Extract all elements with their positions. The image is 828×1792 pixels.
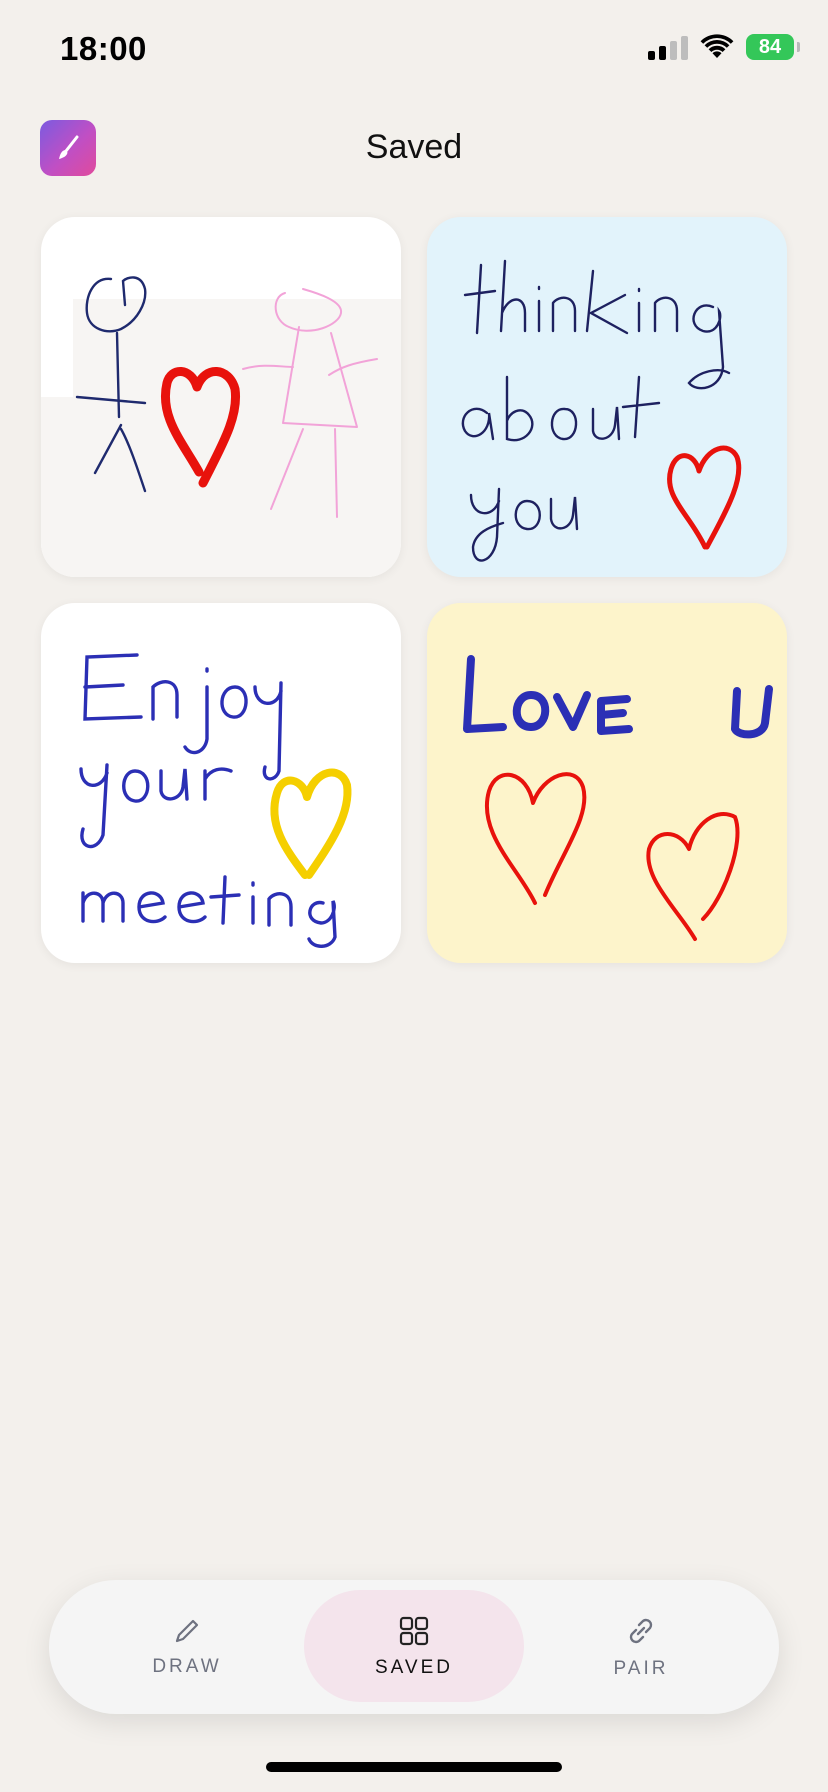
- tab-pair[interactable]: PAIR: [531, 1580, 751, 1714]
- tab-draw[interactable]: DRAW: [77, 1580, 297, 1714]
- heart-icon: [270, 768, 352, 879]
- drawing-stick-figures: [41, 276, 401, 577]
- tab-draw-label: DRAW: [152, 1656, 222, 1677]
- saved-drawing-card[interactable]: [41, 603, 401, 963]
- saved-drawing-card[interactable]: [427, 603, 787, 963]
- saved-drawing-card[interactable]: [427, 217, 787, 577]
- battery-level: 84: [758, 35, 782, 58]
- drawing-thinking-about-you: [461, 259, 742, 562]
- saved-drawings-grid: [41, 217, 787, 963]
- heart-icon: [667, 445, 742, 550]
- header: Saved: [0, 110, 828, 190]
- heart-icon: [485, 772, 587, 905]
- bottom-tab-bar: DRAW SAVED PAIR: [49, 1580, 779, 1714]
- status-time: 18:00: [60, 30, 147, 67]
- drawing-love-u: [463, 655, 773, 941]
- tab-saved-label: SAVED: [374, 1657, 453, 1678]
- heart-icon: [646, 812, 740, 941]
- grid-icon: [399, 1616, 429, 1646]
- status-bar: 18:00 84: [0, 0, 828, 100]
- tab-pair-label: PAIR: [613, 1658, 669, 1679]
- drawing-enjoy-your-meeting: [79, 653, 352, 948]
- saved-drawing-card[interactable]: [41, 217, 401, 577]
- status-indicators: 84: [648, 34, 800, 60]
- page-title: Saved: [365, 128, 463, 166]
- home-indicator[interactable]: [266, 1762, 562, 1772]
- pencil-icon: [175, 1619, 199, 1643]
- cellular-signal-icon: [648, 34, 688, 60]
- tab-saved[interactable]: SAVED: [304, 1580, 524, 1714]
- link-icon: [629, 1618, 653, 1644]
- wifi-icon: [700, 34, 734, 58]
- battery-indicator: 84: [746, 34, 800, 60]
